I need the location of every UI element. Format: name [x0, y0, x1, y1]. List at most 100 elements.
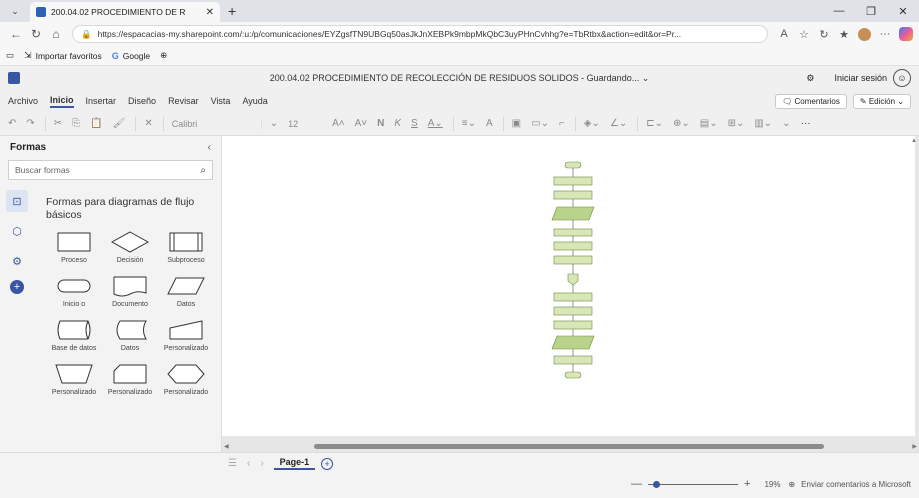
- flow-step[interactable]: [553, 355, 593, 365]
- home-icon[interactable]: ⌂: [46, 27, 66, 41]
- flow-step[interactable]: [553, 306, 593, 316]
- undo-icon[interactable]: ↶: [8, 118, 16, 129]
- flow-end[interactable]: [564, 371, 582, 379]
- shape-database[interactable]: Base de datos: [46, 318, 102, 352]
- shape-custom-2[interactable]: Personalizado: [46, 362, 102, 396]
- tab-archivo[interactable]: Archivo: [8, 96, 38, 106]
- zoom-slider-knob[interactable]: [653, 480, 661, 488]
- copy-icon[interactable]: ⎘: [72, 118, 80, 129]
- layers-icon[interactable]: ▥⌄: [754, 118, 772, 129]
- text-style-icon[interactable]: A: [486, 118, 493, 129]
- redo-icon[interactable]: ↷: [26, 118, 34, 129]
- visio-logo-icon[interactable]: [8, 72, 20, 84]
- tab-insertar[interactable]: Insertar: [86, 96, 117, 106]
- fit-page-icon[interactable]: ⊕: [788, 480, 795, 489]
- shape-rectangle-icon[interactable]: ▭⌄: [531, 118, 549, 129]
- drawing-canvas[interactable]: ▲ ◀ ▶: [222, 136, 919, 452]
- zoom-slider[interactable]: [648, 480, 739, 488]
- copilot-icon[interactable]: [899, 27, 913, 41]
- page-list-icon[interactable]: ☰: [228, 458, 237, 469]
- more-shapes-icon[interactable]: ⚙: [6, 250, 28, 272]
- tab-actions-icon[interactable]: ⌄: [6, 3, 24, 19]
- styles-icon[interactable]: ▤⌄: [700, 118, 718, 129]
- bold-icon[interactable]: N: [377, 118, 384, 129]
- refresh-extension-icon[interactable]: ↻: [814, 28, 834, 41]
- url-field[interactable]: 🔒 https://espacacias-my.sharepoint.com/:…: [72, 25, 768, 43]
- position-icon[interactable]: ⊏⌄: [646, 118, 663, 129]
- line-color-icon[interactable]: ∠⌄: [610, 118, 627, 129]
- flow-data-step[interactable]: [551, 206, 595, 221]
- flow-step[interactable]: [553, 241, 593, 251]
- flow-step[interactable]: [553, 176, 593, 186]
- tab-vista[interactable]: Vista: [211, 96, 231, 106]
- horizontal-scrollbar[interactable]: [226, 444, 915, 450]
- close-tab-icon[interactable]: ✕: [206, 7, 214, 18]
- increase-font-icon[interactable]: A˄: [332, 118, 345, 129]
- toolbar-overflow-icon[interactable]: ···: [801, 118, 811, 129]
- tab-diseno[interactable]: Diseño: [128, 96, 156, 106]
- flow-offpage-connector[interactable]: [567, 273, 579, 286]
- chevron-down-icon[interactable]: ⌄: [270, 118, 278, 129]
- minimize-icon[interactable]: —: [823, 5, 855, 18]
- comments-button[interactable]: 🗨 Comentarios: [775, 93, 847, 109]
- zoom-level[interactable]: 19%: [764, 480, 780, 489]
- shape-document[interactable]: Documento: [102, 274, 158, 308]
- shape-process[interactable]: Proceso: [46, 230, 102, 264]
- shapes-stencil-icon[interactable]: ⬡: [6, 220, 28, 242]
- decrease-font-icon[interactable]: A˅: [355, 118, 368, 129]
- favorite-import[interactable]: ⇲ Importar favoritos: [24, 50, 102, 61]
- drawing-page[interactable]: [222, 136, 915, 436]
- flow-start[interactable]: [564, 161, 582, 169]
- refresh-icon[interactable]: ↻: [26, 27, 46, 41]
- zoom-out-icon[interactable]: —: [631, 478, 642, 490]
- font-name-dropdown[interactable]: Calibri: [172, 118, 262, 129]
- shape-data[interactable]: Datos: [158, 274, 214, 308]
- fill-icon[interactable]: ◈⌄: [584, 118, 600, 129]
- flowchart-stencil-icon[interactable]: ⊡: [6, 190, 28, 212]
- browser-tab[interactable]: 200.04.02 PROCEDIMIENTO DE R ✕: [30, 2, 220, 22]
- restore-icon[interactable]: ❐: [855, 5, 887, 18]
- previous-page-icon[interactable]: ‹: [247, 458, 250, 469]
- close-window-icon[interactable]: ✕: [887, 5, 919, 18]
- shape-start-end[interactable]: Inicio o: [46, 274, 102, 308]
- collapse-panel-icon[interactable]: ‹: [208, 142, 211, 153]
- flow-step[interactable]: [553, 190, 593, 200]
- favorite-google[interactable]: G Google: [112, 51, 150, 61]
- scrollbar-thumb[interactable]: [314, 444, 824, 449]
- search-icon[interactable]: ⌕: [200, 165, 206, 176]
- flow-step[interactable]: [553, 255, 593, 265]
- next-page-icon[interactable]: ›: [260, 458, 263, 469]
- flow-step[interactable]: [553, 320, 593, 330]
- globe-icon[interactable]: ⊕: [160, 50, 167, 61]
- favorites-icon[interactable]: ★: [834, 28, 854, 41]
- favorite-star-icon[interactable]: ☆: [794, 28, 814, 41]
- settings-gear-icon[interactable]: ⚙: [806, 73, 814, 84]
- tab-ayuda[interactable]: Ayuda: [242, 96, 267, 106]
- user-account-icon[interactable]: ☺: [893, 69, 911, 87]
- connector-icon[interactable]: ⌐: [559, 118, 565, 129]
- scroll-up-icon[interactable]: ▲: [911, 138, 917, 144]
- add-stencil-icon[interactable]: +: [10, 280, 24, 294]
- arrange-icon[interactable]: ⊕⌄: [673, 118, 690, 129]
- cut-icon[interactable]: ✂: [54, 118, 62, 129]
- scroll-right-icon[interactable]: ▶: [912, 443, 917, 450]
- profile-avatar-icon[interactable]: [858, 27, 871, 41]
- group-icon[interactable]: ⊞⌄: [728, 118, 745, 129]
- text-box-icon[interactable]: ▣: [512, 118, 521, 129]
- format-painter-icon[interactable]: 🖌: [113, 118, 126, 129]
- paste-icon[interactable]: 📋: [90, 118, 102, 129]
- more-icon[interactable]: ···: [875, 28, 895, 40]
- shape-data-2[interactable]: Datos: [102, 318, 158, 352]
- back-icon[interactable]: ←: [6, 27, 26, 41]
- shape-custom-3[interactable]: Personalizado: [102, 362, 158, 396]
- feedback-link[interactable]: Enviar comentarios a Microsoft: [801, 480, 911, 489]
- flow-step[interactable]: [553, 228, 593, 237]
- underline-icon[interactable]: S: [411, 118, 418, 129]
- flow-data-step[interactable]: [551, 335, 595, 350]
- zoom-in-icon[interactable]: +: [744, 478, 750, 490]
- add-page-icon[interactable]: +: [321, 457, 334, 470]
- font-color-icon[interactable]: A⌄: [428, 118, 443, 129]
- edit-mode-button[interactable]: ✎ Edición ⌄: [852, 93, 911, 109]
- read-aloud-icon[interactable]: A: [774, 28, 794, 40]
- tab-revisar[interactable]: Revisar: [168, 96, 199, 106]
